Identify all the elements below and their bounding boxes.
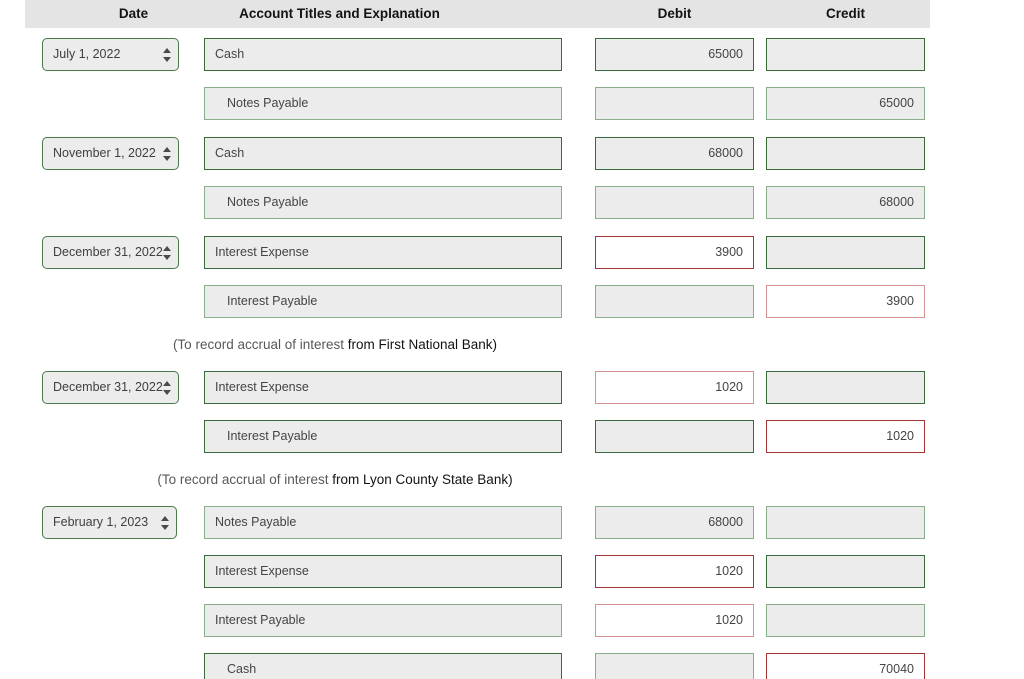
journal-line-row: July 1, 2022 Cash 65000 — [0, 38, 1024, 72]
spinner-arrows-icon — [161, 515, 169, 531]
credit-input[interactable]: 70040 — [766, 653, 925, 679]
spinner-arrows-icon — [163, 47, 171, 63]
entry-explanation: (To record accrual of interest from Lyon… — [0, 469, 1024, 491]
date-select[interactable]: December 31, 2022 — [42, 371, 179, 404]
account-title-input[interactable]: Interest Expense — [204, 236, 562, 269]
credit-input[interactable]: 1020 — [766, 420, 925, 453]
account-title-input[interactable]: Notes Payable — [204, 506, 562, 539]
journal-line-row: Interest Expense 1020 — [0, 555, 1024, 589]
column-header-debit: Debit — [657, 6, 692, 21]
debit-input[interactable]: 1020 — [595, 604, 754, 637]
date-select[interactable]: December 31, 2022 — [42, 236, 179, 269]
explanation-prefix: (To record accrual of interest — [172, 337, 348, 352]
explanation-bank-name: from First National Bank) — [347, 337, 498, 352]
explanation-prefix: (To record accrual of interest — [157, 472, 333, 487]
credit-input[interactable] — [766, 506, 925, 539]
debit-input[interactable]: 1020 — [595, 371, 754, 404]
journal-line-row: Interest Payable 3900 — [0, 285, 1024, 319]
journal-line-row: December 31, 2022 Interest Expense 1020 — [0, 371, 1024, 405]
debit-input[interactable] — [595, 420, 754, 453]
entry-explanation: (To record accrual of interest from Firs… — [0, 334, 1024, 356]
credit-input[interactable] — [766, 371, 925, 404]
account-title-input[interactable]: Interest Payable — [204, 604, 562, 637]
date-select[interactable]: February 1, 2023 — [42, 506, 177, 539]
credit-input[interactable] — [766, 555, 925, 588]
debit-input[interactable] — [595, 285, 754, 318]
credit-input[interactable]: 3900 — [766, 285, 925, 318]
debit-input[interactable]: 3900 — [595, 236, 754, 269]
date-select[interactable]: November 1, 2022 — [42, 137, 179, 170]
account-title-input[interactable]: Notes Payable — [204, 186, 562, 219]
spinner-arrows-icon — [163, 380, 171, 396]
date-select[interactable]: July 1, 2022 — [42, 38, 179, 71]
debit-input[interactable]: 1020 — [595, 555, 754, 588]
spinner-arrows-icon — [163, 146, 171, 162]
column-header-credit: Credit — [825, 6, 865, 21]
account-title-input[interactable]: Cash — [204, 137, 562, 170]
credit-input[interactable] — [766, 137, 925, 170]
account-title-input[interactable]: Interest Expense — [204, 555, 562, 588]
credit-input[interactable]: 65000 — [766, 87, 925, 120]
debit-input[interactable]: 68000 — [595, 506, 754, 539]
credit-input[interactable] — [766, 38, 925, 71]
explanation-bank-name: from Lyon County State Bank) — [332, 472, 513, 487]
journal-line-row: November 1, 2022 Cash 68000 — [0, 137, 1024, 171]
journal-line-row: December 31, 2022 Interest Expense 3900 — [0, 236, 1024, 270]
spinner-arrows-icon — [163, 245, 171, 261]
debit-input[interactable]: 65000 — [595, 38, 754, 71]
account-title-input[interactable]: Interest Payable — [204, 420, 562, 453]
table-header-row: Date Account Titles and Explanation Debi… — [25, 0, 930, 28]
account-title-input[interactable]: Interest Expense — [204, 371, 562, 404]
account-title-input[interactable]: Cash — [204, 38, 562, 71]
journal-entry-table: Date Account Titles and Explanation Debi… — [0, 0, 1024, 679]
credit-input[interactable] — [766, 236, 925, 269]
debit-input[interactable] — [595, 653, 754, 679]
journal-line-row: Interest Payable 1020 — [0, 604, 1024, 638]
journal-line-row: Interest Payable 1020 — [0, 420, 1024, 454]
credit-input[interactable]: 68000 — [766, 186, 925, 219]
debit-input[interactable] — [595, 87, 754, 120]
journal-line-row: February 1, 2023 Notes Payable 68000 — [0, 506, 1024, 540]
journal-line-row: Notes Payable 65000 — [0, 87, 1024, 121]
journal-line-row: Notes Payable 68000 — [0, 186, 1024, 220]
column-header-date: Date — [118, 6, 149, 21]
debit-input[interactable]: 68000 — [595, 137, 754, 170]
credit-input[interactable] — [766, 604, 925, 637]
debit-input[interactable] — [595, 186, 754, 219]
account-title-input[interactable]: Notes Payable — [204, 87, 562, 120]
column-header-account: Account Titles and Explanation — [239, 6, 440, 21]
account-title-input[interactable]: Interest Payable — [204, 285, 562, 318]
journal-line-row: Cash 70040 — [0, 653, 1024, 679]
account-title-input[interactable]: Cash — [204, 653, 562, 679]
